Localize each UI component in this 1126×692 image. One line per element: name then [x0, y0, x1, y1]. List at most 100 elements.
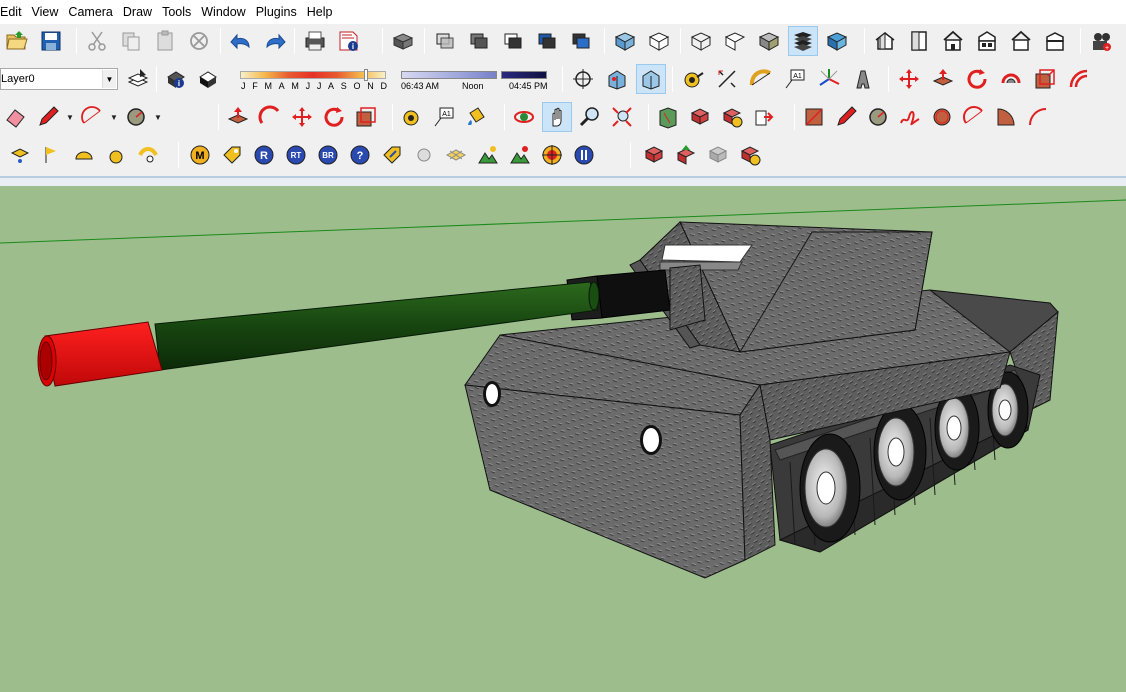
- tag-plugin-icon[interactable]: [218, 140, 246, 170]
- save-icon[interactable]: [36, 26, 66, 56]
- sandbox-dome-icon[interactable]: [70, 140, 98, 170]
- gray-component-icon[interactable]: [704, 140, 732, 170]
- layer-select[interactable]: Layer0 ▼: [0, 68, 118, 90]
- landscape-icon[interactable]: [474, 140, 502, 170]
- dimension-icon[interactable]: [712, 64, 742, 94]
- follow-me-icon[interactable]: [996, 64, 1026, 94]
- top-view-icon[interactable]: [904, 26, 934, 56]
- pie-icon[interactable]: [992, 102, 1020, 132]
- rectangle-icon[interactable]: [800, 102, 828, 132]
- front-view-icon[interactable]: [938, 26, 968, 56]
- import-component-icon[interactable]: [640, 140, 668, 170]
- menu-plugins[interactable]: Plugins: [251, 0, 302, 24]
- push-pull-tool-icon[interactable]: [224, 102, 252, 132]
- freehand-icon[interactable]: [896, 102, 924, 132]
- move-tool-icon[interactable]: [288, 102, 316, 132]
- upload-component-icon[interactable]: [672, 140, 700, 170]
- offset-icon[interactable]: [1064, 64, 1094, 94]
- chevron-down-icon[interactable]: ▼: [108, 102, 120, 132]
- hidden-line-icon[interactable]: [532, 26, 562, 56]
- style-hidden-icon[interactable]: [720, 26, 750, 56]
- chevron-down-icon[interactable]: ▼: [102, 70, 116, 88]
- circle-tool-icon[interactable]: [864, 102, 892, 132]
- shaded-icon[interactable]: [566, 26, 596, 56]
- r-plugin-icon[interactable]: R: [250, 140, 278, 170]
- components-plugin-icon[interactable]: [686, 102, 714, 132]
- arc-icon[interactable]: [78, 102, 106, 132]
- camera-plugin-icon[interactable]: +: [1086, 26, 1116, 56]
- walk-icon[interactable]: [602, 64, 632, 94]
- sandbox-stamp-icon[interactable]: [134, 140, 162, 170]
- model-info-icon[interactable]: i: [334, 26, 364, 56]
- back-view-icon[interactable]: [1006, 26, 1036, 56]
- sandbox-contours-icon[interactable]: [6, 140, 34, 170]
- scale-icon[interactable]: [1030, 64, 1060, 94]
- paint-bucket-icon[interactable]: [462, 102, 490, 132]
- shadow-time-slider[interactable]: [401, 71, 497, 79]
- style-mono-icon[interactable]: [822, 26, 852, 56]
- follow-me-tool-icon[interactable]: [256, 102, 284, 132]
- left-view-icon[interactable]: [1040, 26, 1070, 56]
- zoom-extents-icon[interactable]: [608, 102, 636, 132]
- menu-view[interactable]: View: [27, 0, 64, 24]
- sandbox-sphere-icon[interactable]: [102, 140, 130, 170]
- polygon-icon[interactable]: [928, 102, 956, 132]
- monochrome-icon[interactable]: [644, 26, 674, 56]
- make-component-icon[interactable]: [388, 26, 418, 56]
- shaded-textures-icon[interactable]: [610, 26, 640, 56]
- component-info-icon[interactable]: [736, 140, 764, 170]
- help-plugin-icon[interactable]: ?: [346, 140, 374, 170]
- tape-tool-icon[interactable]: [398, 102, 426, 132]
- pause-icon[interactable]: [570, 140, 598, 170]
- push-pull-icon[interactable]: [928, 64, 958, 94]
- arc-tool-icon[interactable]: [960, 102, 988, 132]
- circle-icon[interactable]: [122, 102, 150, 132]
- scale-tool-icon[interactable]: [352, 102, 380, 132]
- material-tag-icon[interactable]: [378, 140, 406, 170]
- menu-tools[interactable]: Tools: [157, 0, 196, 24]
- drawing-viewport[interactable]: [0, 186, 1126, 692]
- text-icon[interactable]: A1: [780, 64, 810, 94]
- br-plugin-icon[interactable]: BR: [314, 140, 342, 170]
- line-icon[interactable]: [832, 102, 860, 132]
- layer-manager-icon[interactable]: [124, 64, 152, 94]
- shadow-month-thumb[interactable]: [364, 69, 368, 81]
- rotate-icon[interactable]: [962, 64, 992, 94]
- axes-icon[interactable]: [814, 64, 844, 94]
- pencil-icon[interactable]: [34, 102, 62, 132]
- erase-icon[interactable]: [184, 26, 214, 56]
- section-plane-icon[interactable]: [654, 102, 682, 132]
- display-shadows-icon[interactable]: [194, 64, 222, 94]
- target-icon[interactable]: [538, 140, 566, 170]
- rotate-tool-icon[interactable]: [320, 102, 348, 132]
- orbit-icon[interactable]: [510, 102, 538, 132]
- style-wireframe-icon[interactable]: [686, 26, 716, 56]
- landscape-2-icon[interactable]: [506, 140, 534, 170]
- 3-point-arc-icon[interactable]: [1024, 102, 1052, 132]
- warehouse-icon[interactable]: [718, 102, 746, 132]
- tape-measure-icon[interactable]: [678, 64, 708, 94]
- text-tool-icon[interactable]: A1: [430, 102, 458, 132]
- style-shaded-icon[interactable]: [754, 26, 784, 56]
- menu-edit[interactable]: Edit: [0, 0, 27, 24]
- zoom-icon[interactable]: [576, 102, 604, 132]
- iso-view-icon[interactable]: [870, 26, 900, 56]
- move-icon[interactable]: [894, 64, 924, 94]
- look-around-icon[interactable]: [636, 64, 666, 94]
- x-ray-icon[interactable]: [430, 26, 460, 56]
- plane-light-icon[interactable]: [442, 140, 470, 170]
- paste-icon[interactable]: [150, 26, 180, 56]
- redo-icon[interactable]: [260, 26, 290, 56]
- style-textured-icon[interactable]: [788, 26, 818, 56]
- menu-draw[interactable]: Draw: [118, 0, 157, 24]
- right-view-icon[interactable]: [972, 26, 1002, 56]
- open-file-icon[interactable]: [2, 26, 32, 56]
- shadow-info-icon[interactable]: i: [162, 64, 190, 94]
- copy-icon[interactable]: [116, 26, 146, 56]
- menu-camera[interactable]: Camera: [63, 0, 117, 24]
- pan-icon[interactable]: [542, 102, 572, 132]
- chevron-down-icon[interactable]: ▼: [152, 102, 164, 132]
- undo-icon[interactable]: [226, 26, 256, 56]
- back-edges-icon[interactable]: [464, 26, 494, 56]
- share-model-icon[interactable]: [750, 102, 778, 132]
